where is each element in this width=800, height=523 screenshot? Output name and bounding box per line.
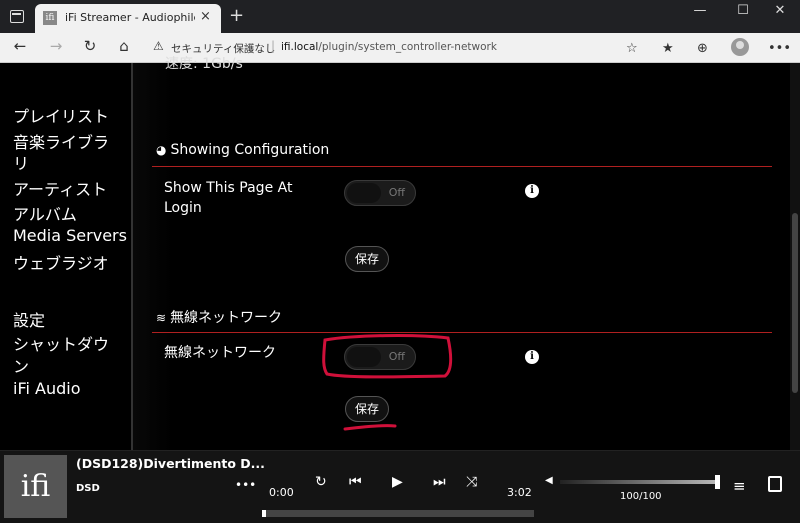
play-icon[interactable]: ▶ — [392, 474, 403, 490]
favorites-icon[interactable]: ★ — [662, 41, 674, 56]
progress-bar[interactable] — [262, 510, 534, 517]
sidebar-item-shutdown-wrap[interactable]: ン — [13, 353, 29, 377]
show-page-at-login-label-line1: Show This Page At — [164, 180, 293, 196]
info-icon[interactable]: i — [525, 184, 539, 198]
showing-config-heading: ◕ Showing Configuration — [156, 142, 329, 158]
show-page-at-login-label: Show This Page At Login — [164, 178, 292, 218]
repeat-icon[interactable]: ↻ — [315, 474, 327, 490]
sidebar-item-albums[interactable]: アルバム — [13, 201, 77, 225]
ifi-favicon-icon: ifi — [43, 11, 57, 25]
progress-fill — [262, 510, 266, 517]
warning-icon[interactable]: ⚠ — [153, 39, 164, 53]
tab-actions-icon[interactable] — [10, 10, 24, 23]
minimize-icon[interactable]: — — [680, 3, 720, 18]
player-bar: ifi (DSD128)Divertimento D... DSD ••• 0:… — [0, 450, 800, 523]
album-art[interactable]: ifi — [4, 455, 67, 518]
dashboard-icon: ◕ — [156, 143, 167, 157]
info-icon[interactable]: i — [525, 350, 539, 364]
refresh-icon[interactable]: ↻ — [80, 37, 100, 55]
address-bar-row: ← → ↻ ⌂ ⚠ セキュリティ保護なし | ifi.local/plugin/… — [0, 33, 800, 63]
show-page-at-login-toggle[interactable]: Off — [344, 180, 416, 206]
maximize-icon[interactable]: ☐ — [723, 3, 763, 18]
sidebar-item-playlist[interactable]: プレイリスト — [13, 103, 109, 127]
sidebar-item-artists[interactable]: アーティスト — [13, 176, 107, 200]
elapsed-time: 0:00 — [269, 486, 294, 499]
wireless-heading: ≋ 無線ネットワーク — [156, 307, 282, 327]
favorite-add-icon[interactable]: ☆ — [626, 41, 638, 56]
wifi-icon: ≋ — [156, 311, 167, 325]
home-icon[interactable]: ⌂ — [114, 37, 134, 55]
section-divider — [152, 166, 772, 167]
track-more-icon[interactable]: ••• — [235, 478, 256, 492]
browser-tab-bar: ifi iFi Streamer - Audiophile Music P × … — [0, 0, 800, 33]
show-page-at-login-label-line2: Login — [164, 200, 202, 216]
tab-title: iFi Streamer - Audiophile Music P — [65, 11, 195, 24]
new-tab-icon[interactable]: + — [229, 5, 244, 26]
more-menu-icon[interactable]: ••• — [768, 41, 791, 56]
save-button[interactable]: 保存 — [345, 246, 389, 272]
profile-avatar[interactable] — [731, 38, 749, 56]
queue-icon[interactable]: ≡ — [733, 477, 746, 495]
toggle-knob — [347, 183, 381, 203]
next-icon[interactable]: ⏭ — [433, 474, 446, 490]
annotation-circle — [322, 334, 453, 379]
volume-down-icon[interactable]: ◀ — [545, 475, 553, 486]
browser-tab[interactable]: ifi iFi Streamer - Audiophile Music P × — [35, 4, 221, 33]
volume-slider[interactable] — [560, 480, 720, 484]
sidebar-item-media-servers[interactable]: Media Servers — [13, 226, 127, 245]
annotation-marks — [322, 334, 453, 431]
window-close-icon[interactable]: ✕ — [760, 3, 800, 18]
sidebar-item-web-radio[interactable]: ウェブラジオ — [13, 250, 109, 274]
url-host: ifi.local — [281, 41, 319, 53]
forward-icon[interactable]: → — [46, 37, 66, 55]
wireless-network-label: 無線ネットワーク — [164, 345, 276, 361]
showing-config-heading-text: Showing Configuration — [170, 142, 330, 158]
url-path: /plugin/system_controller-network — [318, 41, 497, 53]
close-tab-icon[interactable]: × — [200, 9, 211, 24]
volume-handle[interactable] — [715, 475, 720, 489]
url-text[interactable]: ifi.local/plugin/system_controller-netwo… — [281, 41, 497, 53]
sidebar-item-shutdown[interactable]: シャットダウ — [13, 331, 109, 355]
previous-icon[interactable]: ⏮ — [349, 474, 362, 490]
shuffle-icon[interactable]: ⤨ — [466, 474, 477, 490]
settings-panel — [133, 63, 790, 450]
network-speed-text: 速度: 1Gb/s — [165, 56, 243, 72]
section-divider — [152, 332, 772, 333]
sidebar-item-settings[interactable]: 設定 — [13, 307, 45, 331]
annotation-underline — [343, 424, 397, 431]
wireless-heading-text: 無線ネットワーク — [170, 310, 283, 326]
track-format: DSD — [76, 483, 100, 494]
volume-value: 100/100 — [620, 491, 662, 502]
sidebar-item-music-library-wrap[interactable]: リ — [13, 150, 29, 174]
scrollbar-thumb[interactable] — [792, 213, 798, 393]
toggle-state-text: Off — [388, 186, 405, 199]
track-title: (DSD128)Divertimento D... — [76, 456, 265, 471]
scrollbar[interactable] — [790, 63, 800, 450]
duration-time: 3:02 — [507, 486, 532, 499]
collections-icon[interactable]: ⊕ — [697, 41, 708, 56]
sidebar-item-ifi-audio[interactable]: iFi Audio — [13, 379, 81, 398]
library-icon[interactable] — [768, 476, 782, 492]
back-icon[interactable]: ← — [10, 37, 30, 55]
url-separator: | — [271, 39, 276, 53]
sidebar: プレイリスト 音楽ライブラ リ アーティスト アルバム Media Server… — [0, 63, 131, 450]
